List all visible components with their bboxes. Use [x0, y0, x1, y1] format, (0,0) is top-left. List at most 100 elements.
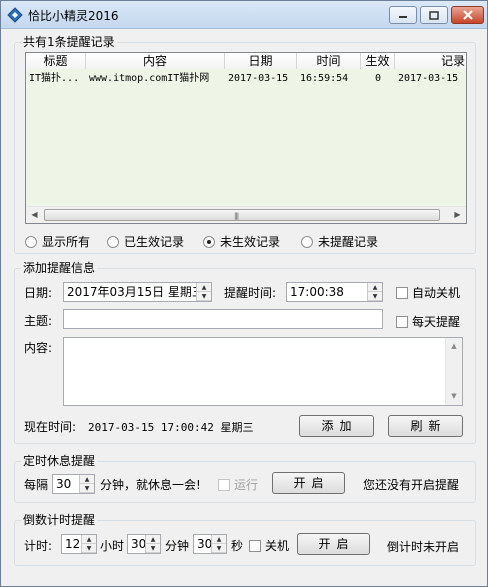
spin-down-icon[interactable]: ▼	[146, 544, 160, 553]
checkbox-icon	[396, 315, 408, 328]
date-spinner[interactable]: ▲ ▼	[196, 283, 211, 301]
minutes-value: 30	[131, 537, 147, 551]
countdown-group-label: 倒数计时提醒	[21, 513, 98, 527]
time-spinner[interactable]: ▲ ▼	[367, 283, 382, 301]
cell-title: IT猫扑...	[29, 73, 80, 84]
scroll-track[interactable]	[446, 355, 462, 388]
subject-input[interactable]	[63, 309, 383, 329]
checkbox-icon	[249, 539, 261, 552]
table-row[interactable]: IT猫扑... www.itmop.comIT猫扑网 2017-03-15 16…	[26, 71, 466, 87]
refresh-button[interactable]: 刷新	[388, 415, 463, 437]
title-bar[interactable]: 恰比小精灵2016	[1, 1, 487, 29]
add-reminder-group-label: 添加提醒信息	[21, 261, 98, 275]
content-label: 内容:	[24, 341, 53, 355]
reminder-time-label: 提醒时间:	[224, 286, 277, 300]
rest-status: 您还没有开启提醒	[363, 478, 460, 492]
reminder-time-picker[interactable]: 17:00:38 ▲ ▼	[286, 282, 383, 302]
run-checkbox[interactable]: 运行	[218, 476, 258, 493]
checkbox-label: 每天提醒	[412, 315, 461, 329]
hours-spinner[interactable]: 12 ▲ ▼	[61, 534, 97, 554]
column-header-date[interactable]: 日期	[225, 53, 297, 69]
window-title: 恰比小精灵2016	[28, 9, 119, 23]
spin-down-icon[interactable]: ▼	[212, 544, 226, 553]
grip-icon: |||	[234, 212, 239, 220]
minutes-spinner-buttons[interactable]: ▲ ▼	[145, 535, 160, 553]
records-group-label: 共有1条提醒记录	[21, 35, 117, 49]
hours-value: 12	[65, 537, 81, 551]
scroll-right-icon[interactable]: ▶	[449, 207, 466, 223]
countdown-status: 倒计时未开启	[387, 540, 460, 554]
cell-time: 16:59:54	[300, 73, 349, 84]
minutes-label: 分钟	[165, 539, 190, 553]
scroll-up-icon[interactable]: ▲	[446, 338, 462, 355]
radio-show-all[interactable]: 显示所有	[25, 233, 90, 250]
radio-active-records[interactable]: 已生效记录	[107, 233, 184, 250]
close-icon	[462, 10, 473, 20]
rest-reminder-group-label: 定时休息提醒	[21, 454, 98, 468]
vertical-scrollbar[interactable]: ▲ ▼	[445, 338, 462, 405]
minimize-button[interactable]	[389, 6, 417, 24]
radio-label: 已生效记录	[124, 235, 185, 249]
checkbox-label: 自动关机	[412, 286, 461, 300]
countdown-shutdown-checkbox[interactable]: 关机	[249, 537, 289, 554]
minutes-spinner[interactable]: 30 ▲ ▼	[127, 534, 161, 554]
checkbox-label: 关机	[265, 539, 290, 553]
seconds-spinner[interactable]: 30 ▲ ▼	[193, 534, 227, 554]
radio-label: 显示所有	[42, 235, 91, 249]
current-time-label: 现在时间:	[24, 420, 77, 434]
column-header-content[interactable]: 内容	[86, 53, 225, 69]
spin-down-icon[interactable]: ▼	[80, 484, 94, 493]
cell-content: www.itmop.comIT猫扑网	[89, 73, 210, 84]
checkbox-icon	[396, 286, 408, 299]
app-diamond-icon	[7, 7, 23, 23]
spin-up-icon[interactable]: ▲	[80, 475, 94, 484]
radio-label: 未提醒记录	[318, 235, 379, 249]
records-list[interactable]: 标题 内容 日期 时间 生效 记录 IT猫扑... www.itmop.comI…	[25, 52, 467, 224]
radio-icon	[25, 235, 37, 248]
cell-record: 2017-03-15	[398, 73, 459, 84]
content-textarea[interactable]: ▲ ▼	[63, 337, 463, 406]
spin-up-icon[interactable]: ▲	[197, 283, 211, 292]
rest-spinner-buttons[interactable]: ▲ ▼	[79, 475, 94, 493]
scroll-thumb[interactable]: |||	[44, 209, 440, 221]
spin-up-icon[interactable]: ▲	[368, 283, 382, 292]
spin-down-icon[interactable]: ▼	[368, 292, 382, 301]
radio-unreminded-records[interactable]: 未提醒记录	[301, 233, 378, 250]
seconds-value: 30	[197, 537, 213, 551]
scroll-left-icon[interactable]: ◀	[26, 207, 43, 223]
spin-up-icon[interactable]: ▲	[146, 535, 160, 544]
countdown-start-button[interactable]: 开启	[297, 533, 370, 555]
seconds-spinner-buttons[interactable]: ▲ ▼	[211, 535, 226, 553]
maximize-button[interactable]	[420, 6, 448, 24]
column-header-active[interactable]: 生效	[361, 53, 395, 69]
cell-date: 2017-03-15	[228, 73, 289, 84]
radio-inactive-records[interactable]: 未生效记录	[203, 233, 280, 250]
radio-icon	[107, 235, 119, 248]
current-time-value: 2017-03-15 17:00:42 星期三	[88, 421, 254, 434]
auto-shutdown-checkbox[interactable]: 自动关机	[396, 284, 460, 301]
radio-icon	[301, 235, 313, 248]
spin-down-icon[interactable]: ▼	[82, 544, 96, 553]
column-header-record[interactable]: 记录	[395, 53, 466, 69]
horizontal-scrollbar[interactable]: ◀ ||| ▶	[26, 206, 466, 223]
date-picker[interactable]: 2017年03月15日 星期三 ▲ ▼	[63, 282, 212, 302]
daily-reminder-checkbox[interactable]: 每天提醒	[396, 313, 460, 330]
rest-suffix-label: 分钟，就休息一会!	[100, 478, 201, 492]
close-button[interactable]	[451, 6, 484, 24]
spin-up-icon[interactable]: ▲	[212, 535, 226, 544]
date-label: 日期:	[24, 286, 53, 300]
column-header-title[interactable]: 标题	[26, 53, 86, 69]
hours-label: 小时	[100, 539, 125, 553]
spin-down-icon[interactable]: ▼	[197, 292, 211, 301]
radio-selected-icon	[203, 235, 215, 248]
hours-spinner-buttons[interactable]: ▲ ▼	[81, 535, 96, 553]
every-label: 每隔	[24, 478, 49, 492]
column-header-time[interactable]: 时间	[297, 53, 361, 69]
seconds-label: 秒	[231, 539, 244, 553]
rest-start-button[interactable]: 开启	[272, 472, 345, 494]
checkbox-label: 运行	[234, 478, 259, 492]
rest-minutes-spinner[interactable]: 30 ▲ ▼	[52, 474, 95, 494]
add-button[interactable]: 添加	[299, 415, 374, 437]
scroll-down-icon[interactable]: ▼	[446, 388, 462, 405]
spin-up-icon[interactable]: ▲	[82, 535, 96, 544]
